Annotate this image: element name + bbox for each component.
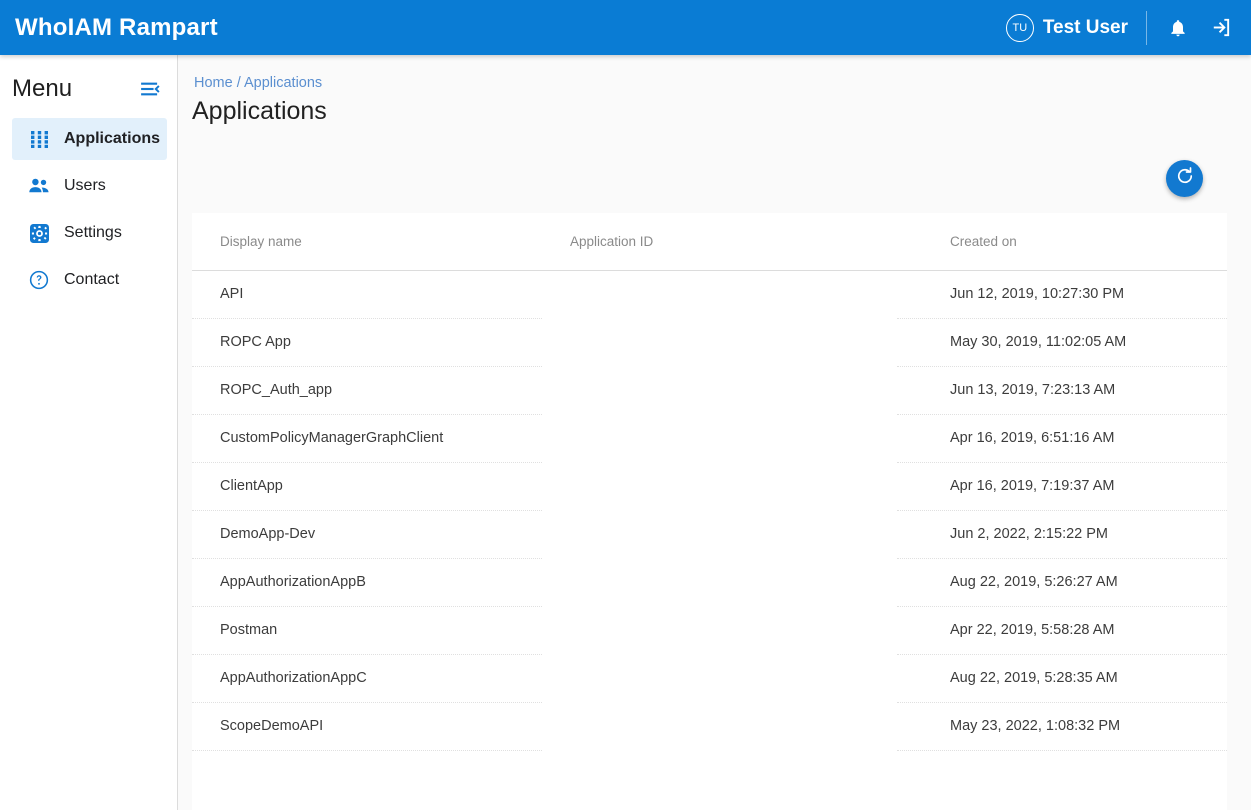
cell-application-id xyxy=(542,510,897,558)
cell-created-on: Jun 12, 2019, 10:27:30 PM xyxy=(897,270,1227,318)
logout-icon[interactable] xyxy=(1207,15,1233,41)
refresh-icon xyxy=(1175,166,1195,191)
breadcrumb-separator: / xyxy=(237,75,241,91)
table-head: Display name Application ID Created on xyxy=(192,213,1227,270)
applications-table-card: Display name Application ID Created on A… xyxy=(192,213,1227,810)
sidebar-header: Menu xyxy=(0,65,177,113)
cell-created-on: Apr 22, 2019, 5:58:28 AM xyxy=(897,606,1227,654)
sidebar-item-label: Contact xyxy=(64,271,119,289)
table-row[interactable]: CustomPolicyManagerGraphClient Apr 16, 20… xyxy=(192,414,1227,462)
gear-icon xyxy=(28,222,50,244)
cell-application-id xyxy=(542,606,897,654)
cell-application-id xyxy=(542,462,897,510)
bell-icon[interactable] xyxy=(1165,15,1191,41)
sidebar-item-settings[interactable]: Settings xyxy=(12,212,167,254)
cell-created-on: Apr 16, 2019, 6:51:16 AM xyxy=(897,414,1227,462)
table-row[interactable]: ROPC_Auth_app Jun 13, 2019, 7:23:13 AM xyxy=(192,366,1227,414)
sidebar-item-contact[interactable]: Contact xyxy=(12,259,167,301)
cell-created-on: May 30, 2019, 11:02:05 AM xyxy=(897,318,1227,366)
column-header-created-on[interactable]: Created on xyxy=(897,213,1227,270)
cell-application-id xyxy=(542,270,897,318)
cell-display-name: ClientApp xyxy=(192,462,542,510)
sidebar: Menu Applications xyxy=(0,55,178,810)
applications-table: Display name Application ID Created on A… xyxy=(192,213,1227,751)
page-title: Applications xyxy=(192,97,327,126)
table-row[interactable]: DemoApp-Dev Jun 2, 2022, 2:15:22 PM xyxy=(192,510,1227,558)
breadcrumb: Home / Applications xyxy=(194,75,322,91)
app-header-actions: TU Test User xyxy=(1006,0,1251,55)
cell-display-name: DemoApp-Dev xyxy=(192,510,542,558)
table-row[interactable]: Postman Apr 22, 2019, 5:58:28 AM xyxy=(192,606,1227,654)
table-row[interactable]: ClientApp Apr 16, 2019, 7:19:37 AM xyxy=(192,462,1227,510)
sidebar-item-users[interactable]: Users xyxy=(12,165,167,207)
table-body: API Jun 12, 2019, 10:27:30 PM ROPC App May … xyxy=(192,270,1227,750)
cell-display-name: Postman xyxy=(192,606,542,654)
table-header-row: Display name Application ID Created on xyxy=(192,213,1227,270)
table-row[interactable]: ScopeDemoAPI May 23, 2022, 1:08:32 PM xyxy=(192,702,1227,750)
app-header: WhoIAM Rampart TU Test User xyxy=(0,0,1251,55)
cell-created-on: Jun 2, 2022, 2:15:22 PM xyxy=(897,510,1227,558)
sidebar-item-applications[interactable]: Applications xyxy=(12,118,167,160)
breadcrumb-current[interactable]: Applications xyxy=(244,75,322,91)
main-content: Home / Applications Applications Display… xyxy=(178,55,1251,810)
avatar[interactable]: TU xyxy=(1006,14,1034,42)
paginator: Items per page: 10 Page 1 xyxy=(192,799,1227,810)
cell-created-on: Aug 22, 2019, 5:26:27 AM xyxy=(897,558,1227,606)
user-name: Test User xyxy=(1043,17,1128,39)
cell-display-name: ScopeDemoAPI xyxy=(192,702,542,750)
help-circle-icon xyxy=(28,269,50,291)
sidebar-item-label: Applications xyxy=(64,130,160,148)
refresh-button[interactable] xyxy=(1166,160,1203,197)
sidebar-title: Menu xyxy=(12,75,72,103)
avatar-initials: TU xyxy=(1012,22,1027,34)
cell-display-name: AppAuthorizationAppC xyxy=(192,654,542,702)
column-header-application-id[interactable]: Application ID xyxy=(542,213,897,270)
apps-grid-icon xyxy=(28,128,50,150)
cell-created-on: Jun 13, 2019, 7:23:13 AM xyxy=(897,366,1227,414)
cell-created-on: May 23, 2022, 1:08:32 PM xyxy=(897,702,1227,750)
table-row[interactable]: AppAuthorizationAppC Aug 22, 2019, 5:28:3… xyxy=(192,654,1227,702)
cell-display-name: ROPC App xyxy=(192,318,542,366)
people-icon xyxy=(28,175,50,197)
sidebar-item-label: Users xyxy=(64,177,106,195)
table-row[interactable]: AppAuthorizationAppB Aug 22, 2019, 5:26:2… xyxy=(192,558,1227,606)
header-divider xyxy=(1146,11,1147,45)
breadcrumb-home[interactable]: Home xyxy=(194,75,233,91)
cell-display-name: AppAuthorizationAppB xyxy=(192,558,542,606)
table-row[interactable]: ROPC App May 30, 2019, 11:02:05 AM xyxy=(192,318,1227,366)
cell-application-id xyxy=(542,558,897,606)
cell-application-id xyxy=(542,366,897,414)
cell-application-id xyxy=(542,414,897,462)
cell-application-id xyxy=(542,702,897,750)
cell-created-on: Aug 22, 2019, 5:28:35 AM xyxy=(897,654,1227,702)
cell-display-name: ROPC_Auth_app xyxy=(192,366,542,414)
sidebar-item-label: Settings xyxy=(64,224,122,242)
table-row[interactable]: API Jun 12, 2019, 10:27:30 PM xyxy=(192,270,1227,318)
column-header-display-name[interactable]: Display name xyxy=(192,213,542,270)
cell-display-name: CustomPolicyManagerGraphClient xyxy=(192,414,542,462)
app-title: WhoIAM Rampart xyxy=(15,14,218,42)
cell-created-on: Apr 16, 2019, 7:19:37 AM xyxy=(897,462,1227,510)
cell-application-id xyxy=(542,654,897,702)
menu-collapse-icon[interactable] xyxy=(139,81,161,97)
cell-display-name: API xyxy=(192,270,542,318)
cell-application-id xyxy=(542,318,897,366)
